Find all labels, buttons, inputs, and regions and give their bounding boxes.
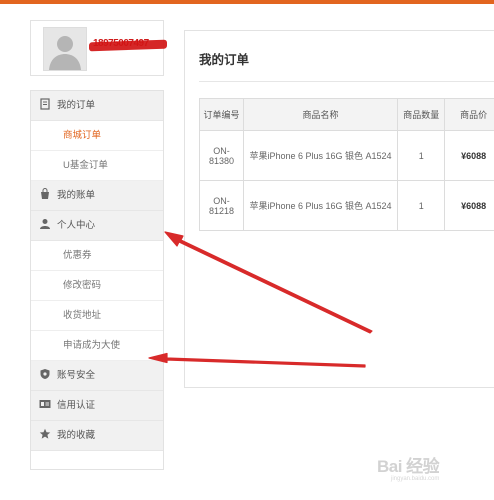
- order-id-cell[interactable]: ON- 81218: [199, 180, 244, 231]
- order-id-prefix: ON-: [213, 195, 230, 206]
- sidebar-item-mall-orders[interactable]: 商城订单: [31, 121, 163, 151]
- avatar[interactable]: [43, 27, 87, 71]
- quantity-cell: 1: [397, 180, 446, 231]
- star-icon: [39, 429, 51, 440]
- column-header-price: 商品价: [444, 98, 494, 131]
- sidebar-group-label: 我的账单: [57, 190, 96, 201]
- orders-table: 订单编号 商品名称 商品数量 商品价 ON- 81380 苹果iPhone 6 …: [199, 98, 494, 231]
- sidebar-group-account-security[interactable]: 账号安全: [31, 361, 163, 391]
- person-icon: [40, 219, 50, 230]
- order-id-number: 81218: [208, 205, 234, 216]
- sidebar-menu: 我的订单 商城订单 U基金订单 我的账单 个人中心 优惠券 修改密码 收货地址 …: [30, 90, 164, 470]
- bag-icon: [41, 188, 49, 200]
- id-card-icon: [39, 400, 51, 409]
- product-name-cell[interactable]: 苹果iPhone 6 Plus 16G 银色 A1524: [242, 180, 399, 231]
- page-title: 我的订单: [199, 53, 250, 67]
- shield-icon: [40, 369, 50, 380]
- user-card: 18975007497: [30, 20, 167, 76]
- column-header-order-id: 订单编号: [199, 98, 244, 131]
- column-header-quantity: 商品数量: [397, 98, 446, 131]
- product-name-cell[interactable]: 苹果iPhone 6 Plus 16G 银色 A1524: [242, 130, 399, 181]
- sidebar-group-label: 个人中心: [57, 220, 96, 231]
- sidebar-group-my-bills[interactable]: 我的账单: [31, 181, 163, 211]
- document-icon: [40, 98, 50, 111]
- table-header-row: 订单编号 商品名称 商品数量 商品价: [199, 98, 494, 131]
- watermark-url: jingyan.baidu.com: [391, 476, 440, 482]
- order-id-prefix: ON-: [213, 145, 230, 156]
- sidebar-group-personal-center[interactable]: 个人中心: [31, 211, 163, 241]
- sidebar-item-u-fund-orders[interactable]: U基金订单: [31, 151, 163, 181]
- price-cell: ¥6088: [444, 180, 494, 231]
- sidebar-group-my-orders[interactable]: 我的订单: [31, 91, 163, 121]
- sidebar-group-label: 我的收藏: [57, 430, 96, 441]
- default-avatar-icon: [44, 28, 86, 70]
- table-row[interactable]: ON- 81218 苹果iPhone 6 Plus 16G 银色 A1524 1…: [199, 180, 494, 231]
- sidebar-group-label: 信用认证: [57, 400, 96, 411]
- orders-panel: 我的订单 订单编号 商品名称 商品数量 商品价 ON- 81380 苹果iPho…: [184, 30, 494, 388]
- order-id-cell[interactable]: ON- 81380: [199, 130, 244, 181]
- column-header-product-name: 商品名称: [242, 98, 399, 131]
- sidebar-group-label: 我的订单: [57, 100, 96, 111]
- sidebar-group-label: 账号安全: [57, 370, 96, 381]
- redaction-mark: [89, 39, 167, 52]
- quantity-cell: 1: [397, 130, 446, 181]
- order-id-number: 81380: [208, 155, 234, 166]
- baidu-jingyan-watermark: Bai 经验: [377, 457, 440, 476]
- sidebar-group-credit-verification[interactable]: 信用认证: [31, 391, 163, 421]
- sidebar-item-shipping-address[interactable]: 收货地址: [31, 301, 163, 331]
- sidebar-group-my-favorites[interactable]: 我的收藏: [31, 421, 163, 451]
- top-accent-bar: [0, 0, 494, 4]
- sidebar-item-apply-ambassador[interactable]: 申请成为大使: [31, 331, 163, 361]
- sidebar-item-change-password[interactable]: 修改密码: [31, 271, 163, 301]
- title-divider: [199, 81, 494, 82]
- sidebar-item-coupons[interactable]: 优惠券: [31, 241, 163, 271]
- price-cell: ¥6088: [444, 130, 494, 181]
- table-row[interactable]: ON- 81380 苹果iPhone 6 Plus 16G 银色 A1524 1…: [199, 130, 494, 181]
